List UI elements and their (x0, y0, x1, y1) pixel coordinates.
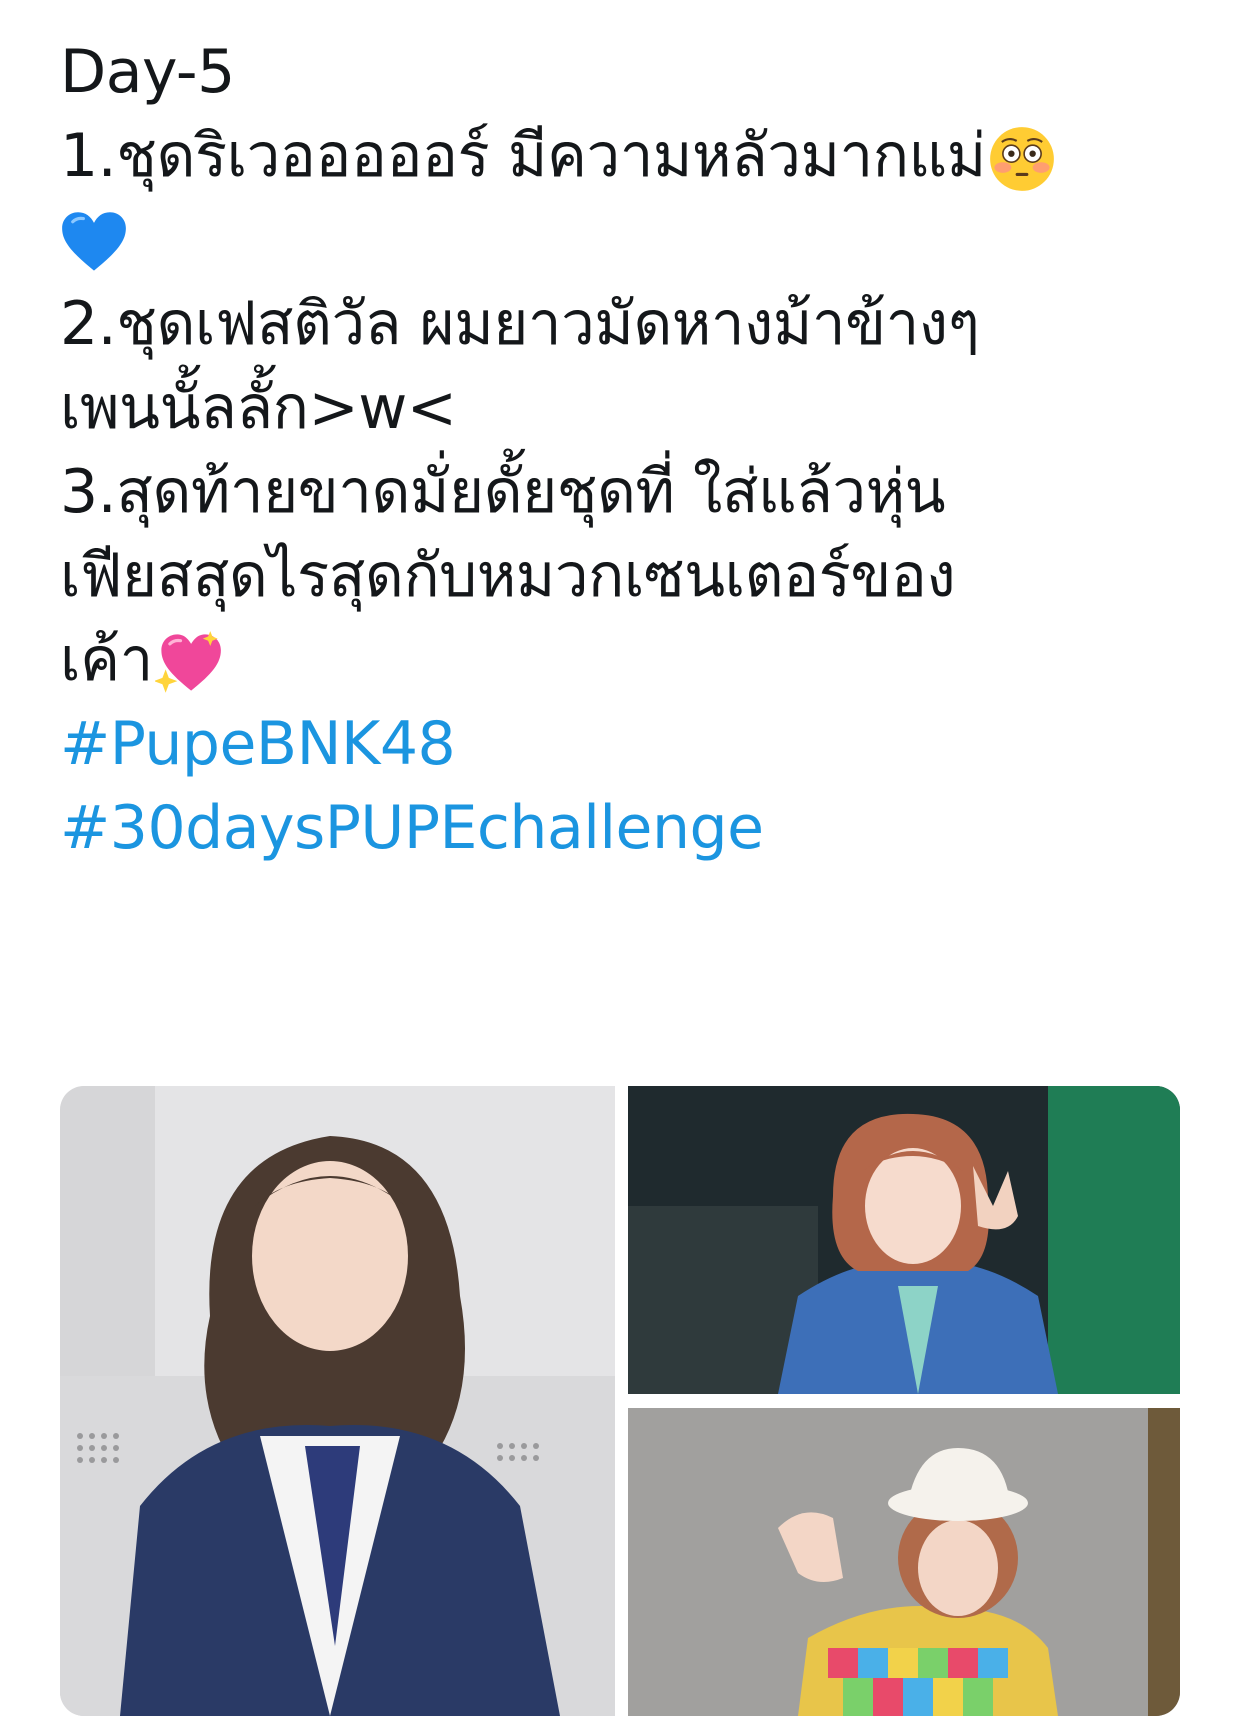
hashtag-link-30dayspupechallenge[interactable]: #30daysPUPEchallenge (60, 786, 1180, 870)
sparkling-heart-emoji-icon (153, 629, 223, 697)
photo-laughing-girl-icon (60, 1086, 615, 1716)
flushed-face-emoji-icon (988, 125, 1056, 193)
tweet-line-2b: เพนนั้ลลั้ก>w< (60, 373, 457, 443)
tweet-text: Day-5 1.ชุดริเวอออออร์ มีความหลัวมากแม่ (60, 30, 1180, 870)
tweet-line-3b: เฟียสสุดไรสุดกับหมวกเซนเตอร์ของ (60, 541, 956, 611)
tweet-line-3c: เค้า (60, 618, 1180, 702)
media-grid (60, 1086, 1180, 1716)
media-photo-2[interactable] (628, 1086, 1180, 1394)
tweet-line-3: 3.สุดท้ายขาดมั่ยดั้ยชุดที่ ใส่แล้วหุ่น (60, 457, 946, 527)
photo-white-hat-girl-icon (628, 1408, 1180, 1716)
tweet-line-heart (60, 198, 1180, 282)
tweet-line-1: 1.ชุดริเวอออออร์ มีความหลัวมากแม่ (60, 114, 1180, 198)
blue-heart-emoji-icon (60, 209, 128, 277)
media-photo-1[interactable] (60, 1086, 615, 1716)
tweet-line-day: Day-5 (60, 37, 235, 107)
tweet-line-3c-text: เค้า (60, 625, 153, 695)
media-photo-3[interactable] (628, 1408, 1180, 1716)
hashtag-link-pupebnk48[interactable]: #PupeBNK48 (60, 702, 1180, 786)
tweet-line-2: 2.ชุดเฟสติวัล ผมยาวมัดหางม้าข้างๆ (60, 289, 980, 359)
tweet-line-1-text: 1.ชุดริเวอออออร์ มีความหลัวมากแม่ (60, 121, 986, 191)
photo-peace-sign-girl-icon (628, 1086, 1180, 1394)
